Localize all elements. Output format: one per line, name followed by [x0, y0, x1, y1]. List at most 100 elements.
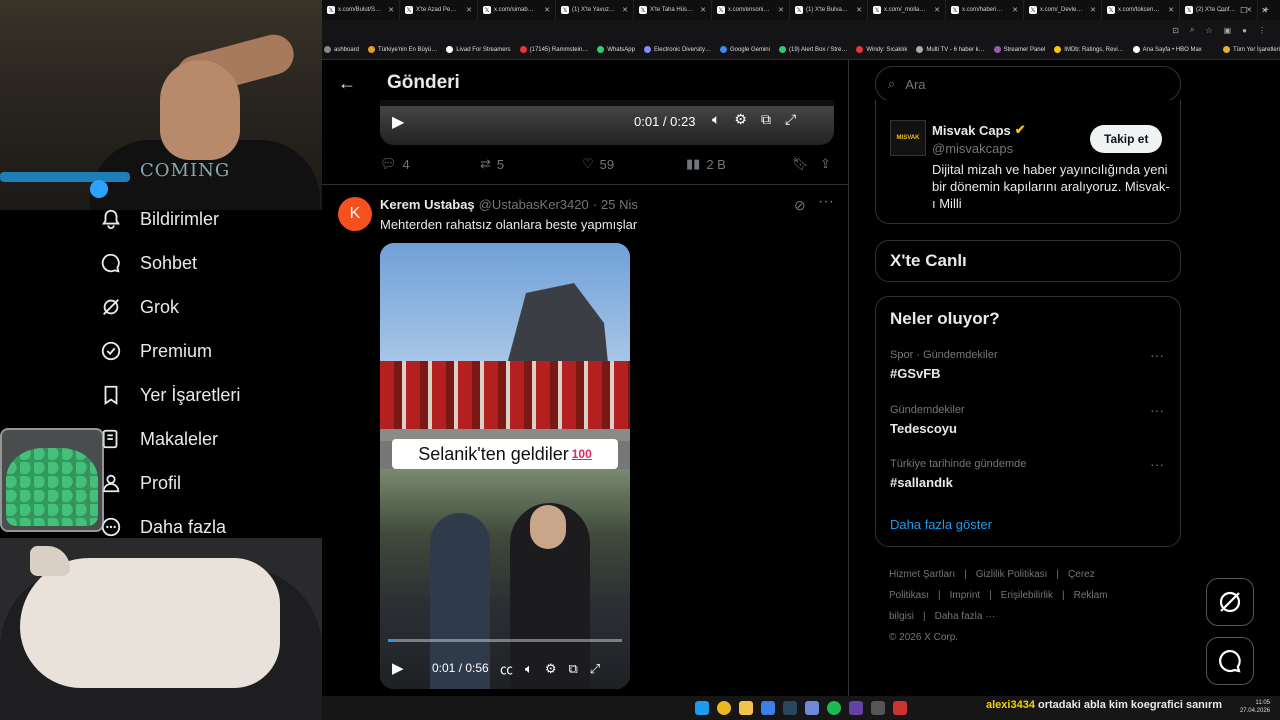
settings-icon[interactable]: ⚙	[545, 661, 557, 677]
browser-tab[interactable]: 𝕏x.com/ensoni… ✕	[712, 0, 790, 20]
twitch-icon[interactable]	[849, 701, 863, 715]
profile-avatar-icon[interactable]: ●	[1242, 26, 1247, 35]
star-icon[interactable]: ☆	[1205, 26, 1212, 35]
fullscreen-icon[interactable]: ⤢	[590, 661, 600, 677]
settings-icon[interactable]: ⚙	[734, 111, 747, 128]
video-progress-bar[interactable]	[388, 639, 622, 642]
more-options-icon[interactable]: ···	[1150, 402, 1164, 418]
steam-icon[interactable]	[783, 701, 797, 715]
reply-button[interactable]: 💬︎ 4	[380, 156, 480, 172]
chrome-icon[interactable]	[717, 701, 731, 715]
post[interactable]: K Kerem Ustabaş @UstabasKer3420 · 25 Nis…	[322, 184, 848, 689]
footer-link[interactable]: Gizlilik Politikası	[976, 569, 1048, 580]
install-icon[interactable]: ⊡	[1172, 26, 1179, 35]
account-name[interactable]: Misvak Caps ✔	[932, 122, 1026, 138]
nav-item-chat[interactable]: Sohbet	[100, 252, 197, 274]
nav-item-bell[interactable]: Bildirimler	[100, 208, 219, 230]
close-tab-icon[interactable]: ✕	[778, 6, 784, 14]
volume-icon[interactable]: 🔈︎	[712, 111, 720, 128]
browser-tab[interactable]: 𝕏x.com/tokcen… ✕	[1102, 0, 1180, 20]
minimize-icon[interactable]: —	[1218, 6, 1226, 15]
bookmark-item[interactable]: IMDb: Ratings, Revi…	[1054, 46, 1124, 53]
grok-icon[interactable]: ⊘	[794, 197, 806, 214]
close-tab-icon[interactable]: ✕	[934, 6, 940, 14]
grok-fab[interactable]	[1206, 578, 1254, 626]
bookmark-item[interactable]: Livad For Streamers	[446, 46, 511, 53]
browser-tab[interactable]: 𝕏x.com/Bulut/S… ✕	[322, 0, 400, 20]
repost-button[interactable]: ⇄ 5	[480, 156, 582, 172]
fullscreen-icon[interactable]: ⤢	[785, 111, 796, 128]
bookmark-item[interactable]: Streamer Panel	[993, 46, 1045, 53]
bookmark-item[interactable]: ashboard	[324, 46, 359, 53]
bookmark-item[interactable]: Multi TV - 6 haber k…	[916, 46, 985, 53]
nav-item-premium[interactable]: Premium	[100, 340, 212, 362]
follow-button[interactable]: Takip et	[1090, 125, 1163, 153]
maximize-icon[interactable]: ☐	[1240, 6, 1247, 15]
spotify-icon[interactable]	[827, 701, 841, 715]
author-name[interactable]: Kerem Ustabaş	[380, 197, 475, 212]
close-window-icon[interactable]: ✕	[1261, 6, 1268, 15]
more-options-icon[interactable]: ···	[1150, 347, 1164, 363]
captions-icon[interactable]: ㏄	[500, 659, 513, 678]
trend-item[interactable]: Türkiye tarihinde gündemde #sallandık ··…	[890, 456, 1170, 490]
avatar[interactable]: K	[338, 197, 372, 231]
nav-item-profile[interactable]: Profil	[100, 472, 181, 494]
browser-tab[interactable]: 𝕏 (1) X'te Yavuz… ✕	[556, 0, 634, 20]
pip-icon[interactable]: ⧉	[568, 661, 577, 677]
close-tab-icon[interactable]: ✕	[856, 6, 862, 14]
like-button[interactable]: ♡ 59	[582, 156, 686, 172]
video-player-1[interactable]: ▶ 0:01 / 0:23 🔈︎ ⚙ ⧉ ⤢	[380, 100, 834, 145]
close-tab-icon[interactable]: ✕	[1012, 6, 1018, 14]
close-tab-icon[interactable]: ✕	[1168, 6, 1174, 14]
app-icon[interactable]	[761, 701, 775, 715]
windows-start-icon[interactable]	[695, 701, 709, 715]
volume-icon[interactable]: 🔈︎	[525, 661, 533, 677]
messages-fab[interactable]	[1206, 637, 1254, 685]
app-icon[interactable]	[871, 701, 885, 715]
app-icon[interactable]	[893, 701, 907, 715]
footer-link[interactable]: Daha fazla ···	[935, 611, 996, 622]
browser-tab[interactable]: 𝕏 X'te Azad Pe… ✕	[400, 0, 478, 20]
extension-icon[interactable]: ▣	[1224, 26, 1232, 35]
nav-item-article[interactable]: Makaleler	[100, 428, 218, 450]
back-arrow-icon[interactable]: ←	[322, 73, 372, 94]
author-handle[interactable]: @UstabasKer3420	[479, 197, 589, 212]
browser-tab[interactable]: 𝕏 X'te Taha Hüs… ✕	[634, 0, 712, 20]
account-logo[interactable]: MISVAK	[890, 120, 926, 156]
discord-icon[interactable]	[805, 701, 819, 715]
bookmark-item[interactable]: Ana Sayfa • HBO Max	[1132, 46, 1202, 53]
nav-item-more-circle[interactable]: Daha fazla	[100, 516, 226, 538]
folder-icon[interactable]	[739, 701, 753, 715]
trend-item[interactable]: Gündemdekiler Tedescoyu ···	[890, 402, 1170, 436]
trend-item[interactable]: Spor · Gündemdekiler #GSvFB ···	[890, 347, 1170, 381]
bookmark-item[interactable]: (17145) Rammstein…	[519, 46, 588, 53]
close-tab-icon[interactable]: ✕	[388, 6, 394, 14]
browser-tab[interactable]: 𝕏 (1) X'te Bulva… ✕	[790, 0, 868, 20]
bookmark-item[interactable]: WhatsApp	[597, 46, 635, 53]
footer-link[interactable]: Erişilebilirlik	[1001, 590, 1053, 601]
pip-icon[interactable]: ⧉	[761, 111, 771, 128]
play-icon[interactable]: ▶	[392, 659, 404, 677]
browser-tab[interactable]: 𝕏x.com/_Devle… ✕	[1024, 0, 1102, 20]
bookmark-button[interactable]: 🔖︎	[792, 156, 820, 172]
browser-tab[interactable]: 𝕏x.com/haberi… ✕	[946, 0, 1024, 20]
bookmark-item[interactable]: Google Gemini	[719, 46, 770, 53]
account-handle[interactable]: @misvakcaps	[932, 141, 1013, 156]
video-player-2[interactable]: Selanik'ten geldiler 100 ▶ 0:01 / 0:56 ㏄…	[380, 243, 630, 689]
footer-link[interactable]: Imprint	[950, 590, 981, 601]
search-bar[interactable]: ⌕	[875, 66, 1181, 102]
close-tab-icon[interactable]: ✕	[544, 6, 550, 14]
bookmark-item[interactable]: Electronic Diversity…	[643, 46, 711, 53]
bookmark-item[interactable]: Türkiye'nin En Büyü…	[368, 46, 437, 53]
live-section[interactable]: X'te Canlı	[875, 240, 1181, 282]
browser-tab[interactable]: 𝕏x.com/simab… ✕	[478, 0, 556, 20]
bookmark-item[interactable]: (19) Alert Box / Stre…	[778, 46, 847, 53]
nav-item-bookmark[interactable]: Yer İşaretleri	[100, 384, 240, 406]
close-tab-icon[interactable]: ✕	[466, 6, 472, 14]
bookmark-item[interactable]: Tüm Yer İşaretleri	[1222, 46, 1280, 53]
show-more-link[interactable]: Daha fazla göster	[890, 517, 992, 532]
views-button[interactable]: ▮▮ 2 B	[686, 156, 792, 172]
close-tab-icon[interactable]: ✕	[700, 6, 706, 14]
browser-tab[interactable]: 𝕏x.com/_molla… ✕	[868, 0, 946, 20]
post-time[interactable]: 25 Nis	[601, 197, 638, 212]
